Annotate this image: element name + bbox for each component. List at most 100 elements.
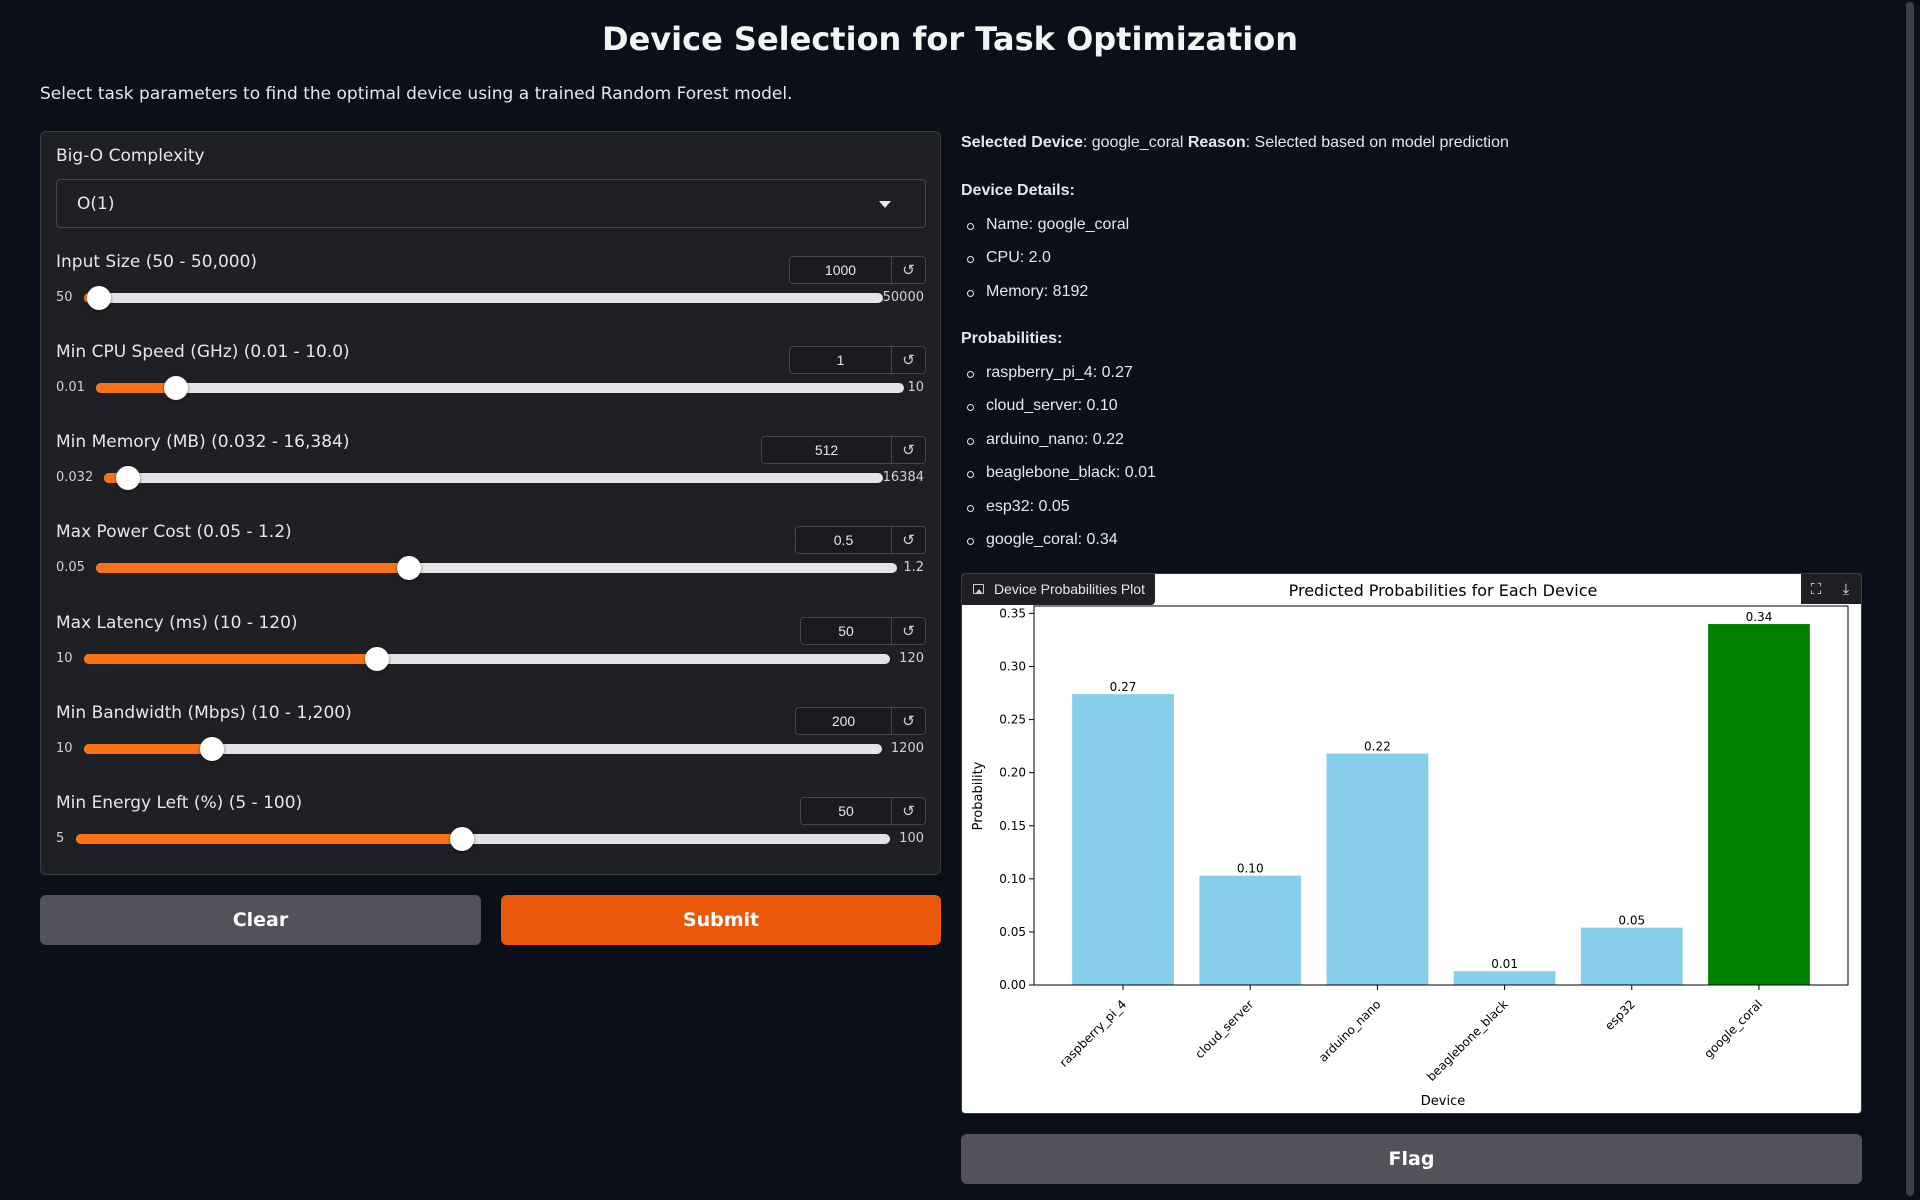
chart-x-axis-label: Device xyxy=(1421,1094,1465,1109)
slider-label: Max Power Cost (0.05 - 1.2) xyxy=(56,522,292,542)
device-details-heading: Device Details: xyxy=(961,182,1075,199)
chart-x-tick-label: arduino_nano xyxy=(1316,997,1384,1065)
slider-row: Min Energy Left (%) (5 - 100) 50 ↺ 5 100 xyxy=(56,793,926,873)
slider-min-label: 0.05 xyxy=(56,560,85,575)
chart-y-tick-label: 0.05 xyxy=(999,925,1026,939)
selected-device-value: google_coral xyxy=(1091,134,1184,151)
slider-row: Max Power Cost (0.05 - 1.2) 0.5 ↺ 0.05 1.2 xyxy=(56,522,926,602)
chart-y-axis-label: Probability xyxy=(971,761,986,830)
download-icon[interactable]: ⤓ xyxy=(1831,574,1861,604)
chart-x-tick-label: beaglebone_black xyxy=(1424,997,1511,1084)
scrollbar-thumb[interactable] xyxy=(1906,2,1914,1196)
chart-data-label-raspberry_pi_4: 0.27 xyxy=(1110,680,1137,694)
fullscreen-icon[interactable]: ⛶ xyxy=(1801,574,1831,604)
reset-icon[interactable]: ↺ xyxy=(892,617,926,645)
slider-row: Min Memory (MB) (0.032 - 16,384) 512 ↺ 0.03… xyxy=(56,432,926,512)
slider-thumb[interactable] xyxy=(116,466,141,490)
bigo-label: Big-O Complexity xyxy=(56,146,205,166)
chart-bar-beaglebone_black xyxy=(1453,971,1556,985)
image-icon xyxy=(973,584,984,594)
chart-y-tick-label: 0.35 xyxy=(999,606,1026,620)
slider-label: Min Energy Left (%) (5 - 100) xyxy=(56,793,303,813)
slider-label: Min CPU Speed (GHz) (0.01 - 10.0) xyxy=(56,342,350,362)
chart-x-tick-label: google_coral xyxy=(1701,997,1765,1061)
slider-thumb[interactable] xyxy=(365,647,390,671)
slider-thumb[interactable] xyxy=(87,286,112,310)
slider-min-label: 0.032 xyxy=(56,470,94,485)
reset-icon[interactable]: ↺ xyxy=(892,526,926,554)
slider-max-label: 100 xyxy=(899,831,924,846)
chart-data-label-cloud_server: 0.10 xyxy=(1237,862,1264,876)
reset-icon[interactable]: ↺ xyxy=(892,797,926,825)
slider-thumb[interactable] xyxy=(449,827,474,851)
chart-x-tick-label: raspberry_pi_4 xyxy=(1057,997,1129,1069)
chart-bar-esp32 xyxy=(1580,927,1683,985)
reset-icon[interactable]: ↺ xyxy=(892,346,926,374)
device-probabilities-plot: Predicted Probabilities for Each Device 0… xyxy=(961,573,1862,1114)
chevron-down-icon xyxy=(879,201,891,208)
bigo-selected-value: O(1) xyxy=(77,193,115,214)
page-description: Select task parameters to find the optim… xyxy=(40,84,793,104)
slider-thumb[interactable] xyxy=(397,556,422,580)
page-title: Device Selection for Task Optimization xyxy=(602,20,1298,58)
chart-y-tick-label: 0.15 xyxy=(999,819,1026,833)
reset-icon[interactable]: ↺ xyxy=(892,707,926,735)
slider-label: Min Bandwidth (Mbps) (10 - 1,200) xyxy=(56,703,352,723)
chart-data-label-google_coral: 0.34 xyxy=(1746,610,1773,624)
slider-row: Input Size (50 - 50,000) 1000 ↺ 50 50000 xyxy=(56,252,926,332)
reason-value: Selected based on model prediction xyxy=(1254,134,1509,151)
plot-tag-label: Device Probabilities Plot xyxy=(994,581,1145,597)
reset-icon[interactable]: ↺ xyxy=(892,436,926,464)
reset-icon[interactable]: ↺ xyxy=(892,256,926,284)
chart-data-label-arduino_nano: 0.22 xyxy=(1364,740,1391,754)
slider-row: Max Latency (ms) (10 - 120) 50 ↺ 10 120 xyxy=(56,613,926,693)
slider-thumb[interactable] xyxy=(199,737,224,761)
slider-row: Min Bandwidth (Mbps) (10 - 1,200) 200 ↺ 10 1… xyxy=(56,703,926,783)
slider-min-label: 10 xyxy=(56,651,73,666)
slider-number-input[interactable]: 200 xyxy=(795,707,892,735)
chart-data-label-esp32: 0.05 xyxy=(1618,914,1645,928)
submit-button[interactable]: Submit xyxy=(501,895,941,945)
chart-y-tick-label: 0.00 xyxy=(999,978,1026,992)
slider-max-label: 10 xyxy=(907,380,924,395)
reason-label: Reason xyxy=(1187,134,1246,151)
slider-number-input[interactable]: 0.5 xyxy=(795,526,892,554)
slider-max-label: 1.2 xyxy=(903,560,924,575)
slider-min-label: 0.01 xyxy=(56,380,85,395)
page-scrollbar[interactable] xyxy=(1902,0,1920,1200)
slider-max-label: 16384 xyxy=(882,470,924,485)
slider-number-input[interactable]: 50 xyxy=(800,797,892,825)
chart-y-tick-label: 0.30 xyxy=(999,660,1026,674)
probabilities-heading: Probabilities: xyxy=(961,330,1063,347)
slider-number-input[interactable]: 1000 xyxy=(789,256,892,284)
bigo-dropdown[interactable]: O(1) xyxy=(56,179,926,228)
chart-y-tick-label: 0.25 xyxy=(999,713,1026,727)
slider-fill xyxy=(84,654,378,664)
chart-bar-cloud_server xyxy=(1199,875,1302,985)
slider-number-input[interactable]: 1 xyxy=(789,346,892,374)
slider-track[interactable] xyxy=(84,737,882,761)
slider-track[interactable] xyxy=(84,286,883,310)
slider-label: Input Size (50 - 50,000) xyxy=(56,252,258,272)
slider-min-label: 10 xyxy=(56,741,73,756)
bar-chart: Predicted Probabilities for Each Device 0… xyxy=(971,581,1849,1109)
slider-fill xyxy=(76,834,462,844)
slider-number-input[interactable]: 50 xyxy=(800,617,892,645)
slider-max-label: 50000 xyxy=(882,290,924,305)
chart-bar-arduino_nano xyxy=(1326,753,1429,985)
selected-device-line: Selected Device: google_coral Reason: Se… xyxy=(961,134,1509,151)
slider-track[interactable] xyxy=(96,376,904,400)
plot-toolbar: ⛶ ⤓ xyxy=(1801,574,1861,604)
chart-y-tick-label: 0.10 xyxy=(999,872,1026,886)
slider-label: Min Memory (MB) (0.032 - 16,384) xyxy=(56,432,350,452)
slider-track[interactable] xyxy=(76,827,890,851)
slider-track[interactable] xyxy=(104,466,883,490)
slider-thumb[interactable] xyxy=(163,376,188,400)
slider-number-input[interactable]: 512 xyxy=(761,436,892,464)
chart-y-tick-label: 0.20 xyxy=(999,766,1026,780)
clear-button[interactable]: Clear xyxy=(40,895,481,945)
chart-bar-google_coral xyxy=(1708,624,1810,985)
slider-track[interactable] xyxy=(84,647,890,671)
flag-button[interactable]: Flag xyxy=(961,1134,1862,1184)
slider-track[interactable] xyxy=(96,556,897,580)
